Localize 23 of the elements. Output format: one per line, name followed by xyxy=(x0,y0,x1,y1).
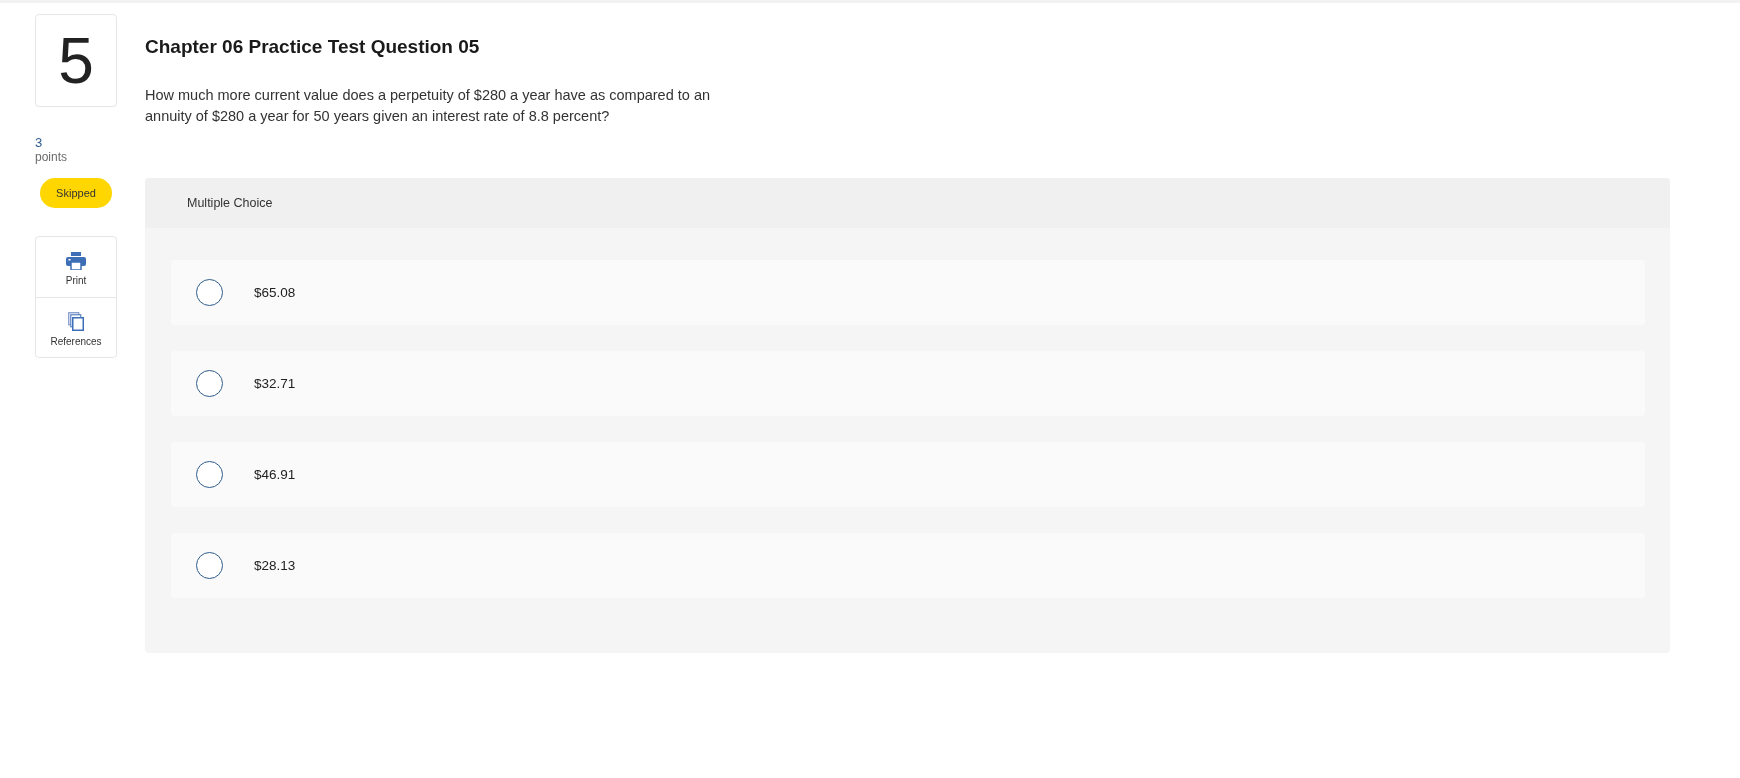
answer-option[interactable]: $28.13 xyxy=(171,533,1645,598)
radio-button[interactable] xyxy=(196,552,223,579)
radio-button[interactable] xyxy=(196,279,223,306)
points-label: points xyxy=(35,150,68,164)
radio-button[interactable] xyxy=(196,370,223,397)
references-button[interactable]: References xyxy=(36,297,116,357)
answer-label: $28.13 xyxy=(254,558,296,573)
question-number: 5 xyxy=(58,28,94,93)
points-value: 3 xyxy=(35,135,43,150)
answer-option[interactable]: $46.91 xyxy=(171,442,1645,507)
answer-option[interactable]: $32.71 xyxy=(171,351,1645,416)
question-text: How much more current value does a perpetuity of $280 a year have as compared to an annuity of $280 a year for 50 years given an interest rate of 8.8 percent? xyxy=(145,86,711,126)
answer-label: $65.08 xyxy=(254,285,296,300)
status-badge: Skipped xyxy=(40,178,112,208)
print-button[interactable]: Print xyxy=(36,237,116,297)
answer-option[interactable]: $65.08 xyxy=(171,260,1645,325)
question-title: Chapter 06 Practice Test Question 05 xyxy=(145,35,480,59)
printer-icon xyxy=(66,252,86,270)
answer-label: $46.91 xyxy=(254,467,296,482)
radio-button[interactable] xyxy=(196,461,223,488)
answer-label: $32.71 xyxy=(254,376,296,391)
documents-icon xyxy=(68,312,84,331)
question-type-label: Multiple Choice xyxy=(187,196,273,210)
